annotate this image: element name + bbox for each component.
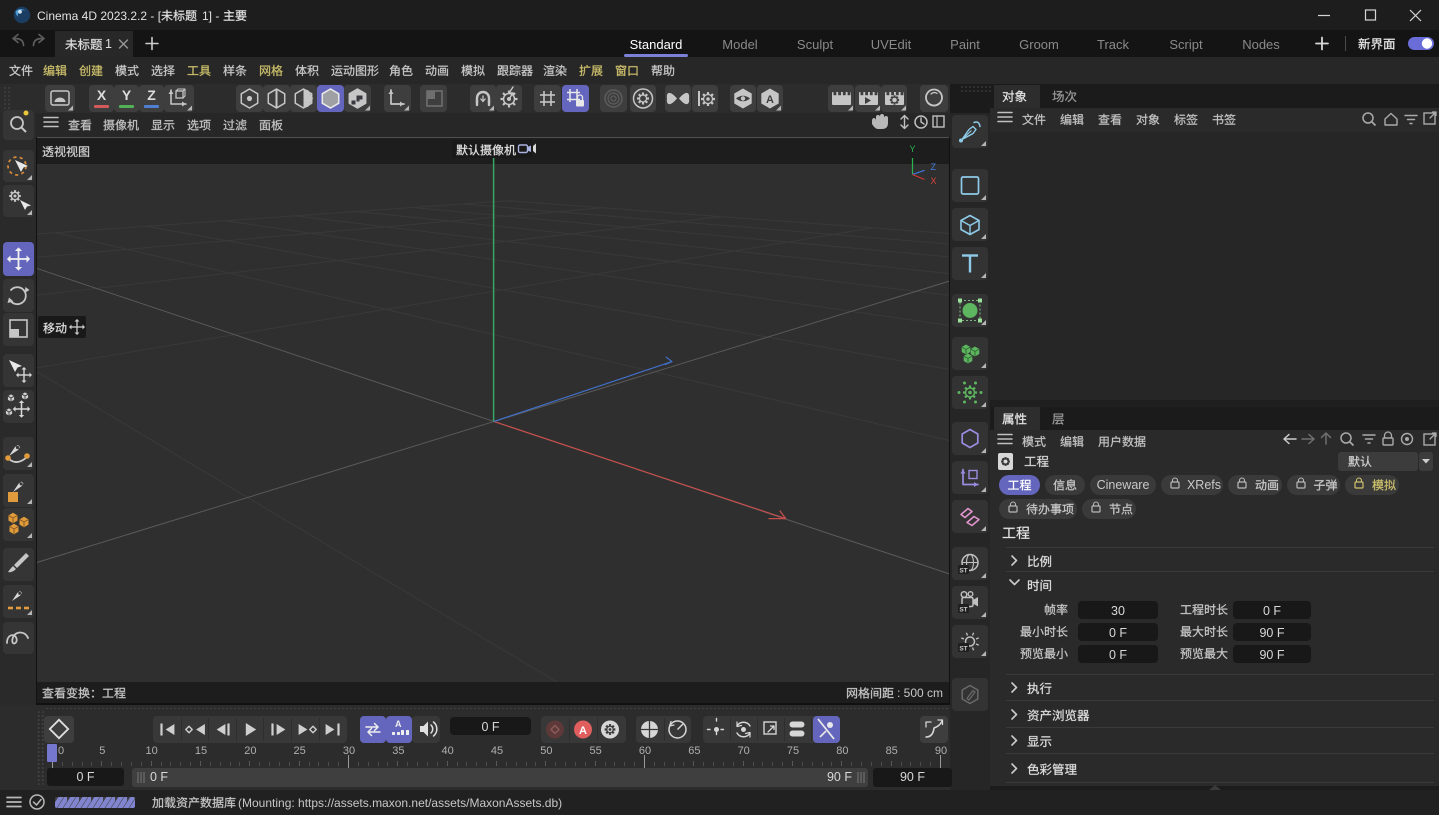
svg-text:ST: ST [959, 607, 967, 614]
svg-text:A: A [766, 94, 774, 106]
svg-text:A: A [579, 725, 587, 737]
svg-text:ST: ST [959, 646, 967, 653]
svg-text:ST: ST [959, 568, 967, 575]
